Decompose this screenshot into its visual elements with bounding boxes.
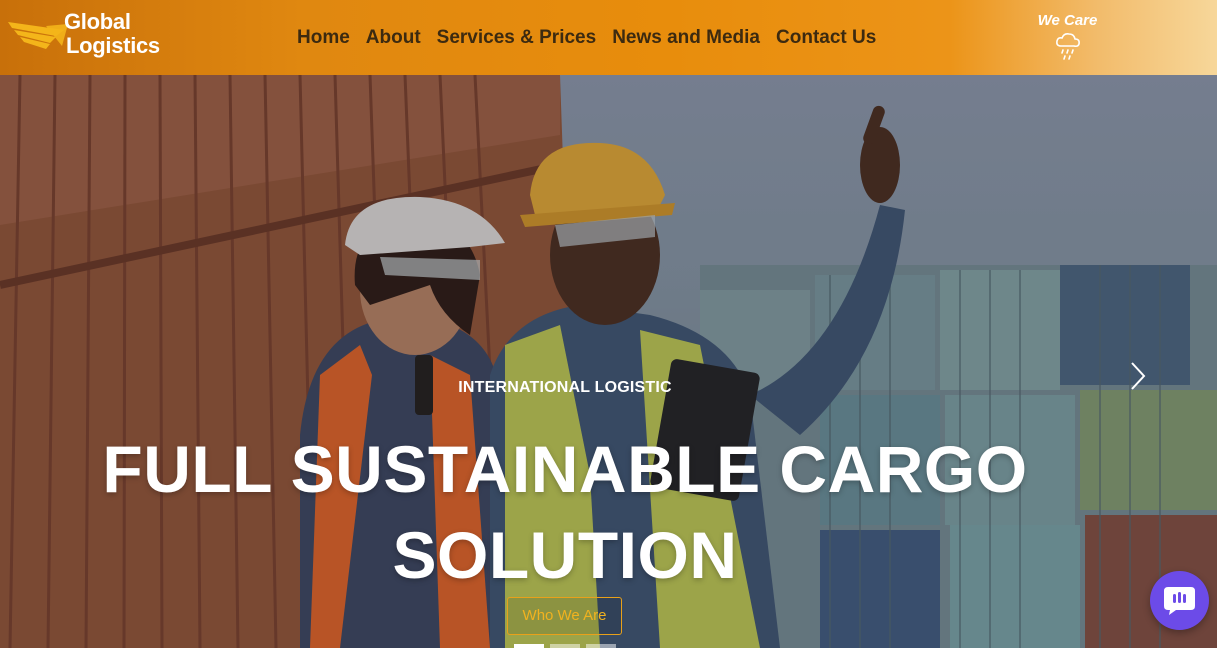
brand-logo[interactable]: Global Logistics [6, 10, 171, 64]
chat-widget-button[interactable] [1150, 571, 1209, 630]
nav-about[interactable]: About [358, 24, 429, 52]
we-care-label: We Care [1037, 12, 1098, 29]
main-nav: Home About Services & Prices News and Me… [289, 24, 884, 52]
wing-logo-icon [8, 22, 68, 49]
hero-slider: INTERNATIONAL LOGISTIC FULL SUSTAINABLE … [0, 75, 1217, 648]
nav-home[interactable]: Home [289, 24, 358, 52]
who-we-are-button[interactable]: Who We Are [507, 597, 622, 635]
hero-kicker: INTERNATIONAL LOGISTIC [458, 379, 672, 396]
chevron-right-icon[interactable] [1126, 359, 1150, 393]
slider-indicators [514, 644, 616, 648]
slide-indicator-3[interactable] [586, 644, 616, 648]
we-care-link[interactable]: We Care [1030, 12, 1105, 61]
brand-line2: Logistics [66, 33, 160, 58]
slide-indicator-1[interactable] [514, 644, 544, 648]
site-header: Global Logistics Home About Services & P… [0, 0, 1217, 75]
hero-headline: FULL SUSTAINABLE CARGO SOLUTION [102, 432, 1028, 592]
chat-bubble-icon [1164, 587, 1195, 615]
nav-news-media[interactable]: News and Media [604, 24, 768, 52]
nav-services-prices[interactable]: Services & Prices [429, 24, 605, 52]
nav-contact-us[interactable]: Contact Us [768, 24, 884, 52]
cloud-rain-icon [1055, 33, 1080, 60]
brand-name: Global Logistics [64, 10, 160, 58]
brand-line1: Global [64, 9, 131, 34]
slide-indicator-2[interactable] [550, 644, 580, 648]
